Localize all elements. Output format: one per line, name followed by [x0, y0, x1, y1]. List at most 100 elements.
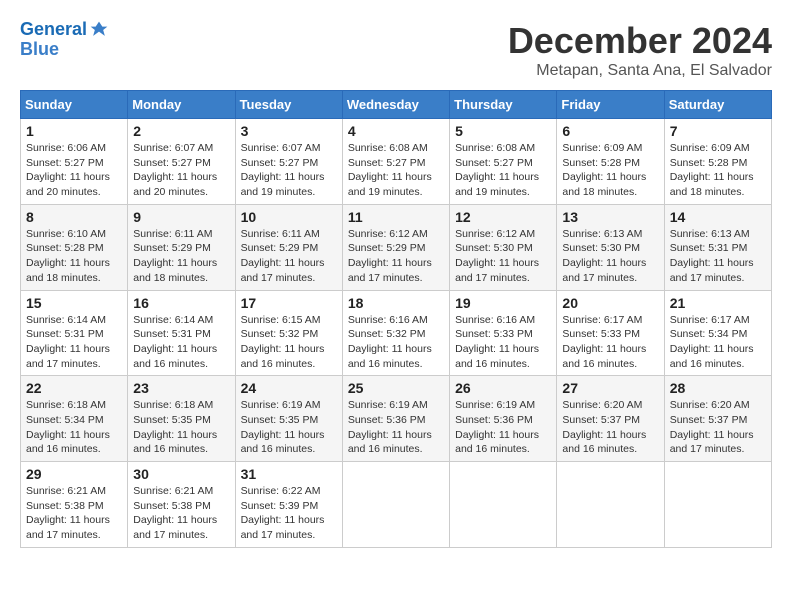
calendar-cell: 11Sunrise: 6:12 AM Sunset: 5:29 PM Dayli… [342, 204, 449, 290]
calendar-cell [342, 462, 449, 548]
calendar-cell: 16Sunrise: 6:14 AM Sunset: 5:31 PM Dayli… [128, 290, 235, 376]
day-info: Sunrise: 6:07 AM Sunset: 5:27 PM Dayligh… [241, 141, 337, 200]
calendar-cell: 25Sunrise: 6:19 AM Sunset: 5:36 PM Dayli… [342, 376, 449, 462]
calendar-week-row: 15 Sunrise: 6:14 AM Sunset: 5:31 PM Dayli… [21, 290, 772, 376]
day-info: Sunrise: 6:21 AM Sunset: 5:38 PM Dayligh… [133, 484, 229, 543]
day-number: 3 [241, 123, 337, 139]
calendar-cell: 26 Sunrise: 6:19 AM Sunset: 5:36 PM Dayli… [450, 376, 557, 462]
calendar-cell: 4 Sunrise: 6:08 AM Sunset: 5:27 PM Daylig… [342, 119, 449, 205]
calendar-cell: 24Sunrise: 6:19 AM Sunset: 5:35 PM Dayli… [235, 376, 342, 462]
calendar-cell [664, 462, 771, 548]
calendar-cell: 19 Sunrise: 6:16 AM Sunset: 5:33 PM Dayli… [450, 290, 557, 376]
day-info: Sunrise: 6:09 AM Sunset: 5:28 PM Dayligh… [562, 141, 658, 200]
day-info: Sunrise: 6:13 AM Sunset: 5:30 PM Dayligh… [562, 227, 658, 286]
weekday-header-thursday: Thursday [450, 91, 557, 119]
calendar-table: SundayMondayTuesdayWednesdayThursdayFrid… [20, 90, 772, 548]
day-info: Sunrise: 6:17 AM Sunset: 5:34 PM Dayligh… [670, 313, 766, 372]
weekday-header-friday: Friday [557, 91, 664, 119]
calendar-week-row: 8 Sunrise: 6:10 AM Sunset: 5:28 PM Daylig… [21, 204, 772, 290]
weekday-header-saturday: Saturday [664, 91, 771, 119]
day-info: Sunrise: 6:10 AM Sunset: 5:28 PM Dayligh… [26, 227, 122, 286]
day-number: 8 [26, 209, 122, 225]
calendar-cell: 23 Sunrise: 6:18 AM Sunset: 5:35 PM Dayli… [128, 376, 235, 462]
day-number: 28 [670, 380, 766, 396]
calendar-cell: 8 Sunrise: 6:10 AM Sunset: 5:28 PM Daylig… [21, 204, 128, 290]
day-number: 9 [133, 209, 229, 225]
day-info: Sunrise: 6:21 AM Sunset: 5:38 PM Dayligh… [26, 484, 122, 543]
day-number: 31 [241, 466, 337, 482]
month-title: December 2024 [508, 20, 772, 62]
day-info: Sunrise: 6:20 AM Sunset: 5:37 PM Dayligh… [562, 398, 658, 457]
weekday-header-monday: Monday [128, 91, 235, 119]
logo-text-general: General [20, 20, 87, 40]
calendar-cell: 1 Sunrise: 6:06 AM Sunset: 5:27 PM Daylig… [21, 119, 128, 205]
location-title: Metapan, Santa Ana, El Salvador [508, 62, 772, 80]
day-info: Sunrise: 6:16 AM Sunset: 5:33 PM Dayligh… [455, 313, 551, 372]
day-number: 20 [562, 295, 658, 311]
day-number: 13 [562, 209, 658, 225]
header: General Blue December 2024 Metapan, Sant… [20, 20, 772, 80]
calendar-cell: 3 Sunrise: 6:07 AM Sunset: 5:27 PM Daylig… [235, 119, 342, 205]
day-number: 2 [133, 123, 229, 139]
day-info: Sunrise: 6:08 AM Sunset: 5:27 PM Dayligh… [348, 141, 444, 200]
day-number: 17 [241, 295, 337, 311]
day-number: 25 [348, 380, 444, 396]
calendar-cell: 10Sunrise: 6:11 AM Sunset: 5:29 PM Dayli… [235, 204, 342, 290]
weekday-header-sunday: Sunday [21, 91, 128, 119]
day-number: 29 [26, 466, 122, 482]
calendar-cell: 29 Sunrise: 6:21 AM Sunset: 5:38 PM Dayli… [21, 462, 128, 548]
day-info: Sunrise: 6:06 AM Sunset: 5:27 PM Dayligh… [26, 141, 122, 200]
day-info: Sunrise: 6:17 AM Sunset: 5:33 PM Dayligh… [562, 313, 658, 372]
day-number: 26 [455, 380, 551, 396]
calendar-cell: 17 Sunrise: 6:15 AM Sunset: 5:32 PM Dayli… [235, 290, 342, 376]
day-info: Sunrise: 6:07 AM Sunset: 5:27 PM Dayligh… [133, 141, 229, 200]
calendar-week-row: 29 Sunrise: 6:21 AM Sunset: 5:38 PM Dayli… [21, 462, 772, 548]
day-number: 18 [348, 295, 444, 311]
day-info: Sunrise: 6:13 AM Sunset: 5:31 PM Dayligh… [670, 227, 766, 286]
day-number: 14 [670, 209, 766, 225]
calendar-cell: 31Sunrise: 6:22 AM Sunset: 5:39 PM Dayli… [235, 462, 342, 548]
day-info: Sunrise: 6:20 AM Sunset: 5:37 PM Dayligh… [670, 398, 766, 457]
day-info: Sunrise: 6:15 AM Sunset: 5:32 PM Dayligh… [241, 313, 337, 372]
calendar-cell: 15 Sunrise: 6:14 AM Sunset: 5:31 PM Dayli… [21, 290, 128, 376]
logo-text-blue: Blue [20, 40, 109, 60]
day-info: Sunrise: 6:11 AM Sunset: 5:29 PM Dayligh… [133, 227, 229, 286]
day-number: 27 [562, 380, 658, 396]
day-number: 11 [348, 209, 444, 225]
calendar-cell: 21Sunrise: 6:17 AM Sunset: 5:34 PM Dayli… [664, 290, 771, 376]
day-info: Sunrise: 6:12 AM Sunset: 5:30 PM Dayligh… [455, 227, 551, 286]
calendar-week-row: 1 Sunrise: 6:06 AM Sunset: 5:27 PM Daylig… [21, 119, 772, 205]
calendar-cell: 14 Sunrise: 6:13 AM Sunset: 5:31 PM Dayli… [664, 204, 771, 290]
day-info: Sunrise: 6:09 AM Sunset: 5:28 PM Dayligh… [670, 141, 766, 200]
title-area: December 2024 Metapan, Santa Ana, El Sal… [508, 20, 772, 80]
calendar-cell: 27 Sunrise: 6:20 AM Sunset: 5:37 PM Dayli… [557, 376, 664, 462]
day-number: 22 [26, 380, 122, 396]
calendar-cell: 12 Sunrise: 6:12 AM Sunset: 5:30 PM Dayli… [450, 204, 557, 290]
day-number: 23 [133, 380, 229, 396]
day-info: Sunrise: 6:08 AM Sunset: 5:27 PM Dayligh… [455, 141, 551, 200]
day-info: Sunrise: 6:14 AM Sunset: 5:31 PM Dayligh… [26, 313, 122, 372]
weekday-header-tuesday: Tuesday [235, 91, 342, 119]
logo-icon [89, 20, 109, 40]
day-number: 15 [26, 295, 122, 311]
day-info: Sunrise: 6:19 AM Sunset: 5:36 PM Dayligh… [455, 398, 551, 457]
day-number: 19 [455, 295, 551, 311]
calendar-cell: 22 Sunrise: 6:18 AM Sunset: 5:34 PM Dayli… [21, 376, 128, 462]
day-number: 5 [455, 123, 551, 139]
calendar-cell: 2 Sunrise: 6:07 AM Sunset: 5:27 PM Daylig… [128, 119, 235, 205]
calendar-cell: 7Sunrise: 6:09 AM Sunset: 5:28 PM Daylig… [664, 119, 771, 205]
calendar-cell: 6 Sunrise: 6:09 AM Sunset: 5:28 PM Daylig… [557, 119, 664, 205]
day-number: 6 [562, 123, 658, 139]
day-info: Sunrise: 6:18 AM Sunset: 5:35 PM Dayligh… [133, 398, 229, 457]
day-number: 1 [26, 123, 122, 139]
day-info: Sunrise: 6:18 AM Sunset: 5:34 PM Dayligh… [26, 398, 122, 457]
calendar-cell: 13 Sunrise: 6:13 AM Sunset: 5:30 PM Dayli… [557, 204, 664, 290]
calendar-cell: 9 Sunrise: 6:11 AM Sunset: 5:29 PM Daylig… [128, 204, 235, 290]
calendar-cell [450, 462, 557, 548]
day-number: 30 [133, 466, 229, 482]
day-info: Sunrise: 6:11 AM Sunset: 5:29 PM Dayligh… [241, 227, 337, 286]
calendar-week-row: 22 Sunrise: 6:18 AM Sunset: 5:34 PM Dayli… [21, 376, 772, 462]
day-info: Sunrise: 6:16 AM Sunset: 5:32 PM Dayligh… [348, 313, 444, 372]
day-number: 12 [455, 209, 551, 225]
day-number: 4 [348, 123, 444, 139]
